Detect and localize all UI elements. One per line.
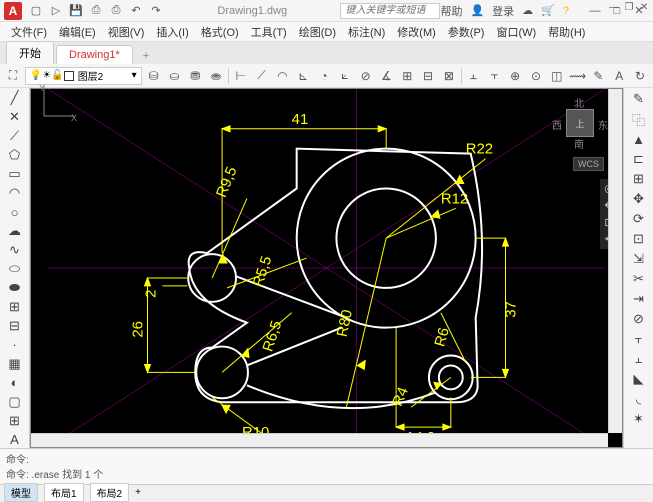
cart-icon[interactable]: 🛒: [541, 4, 555, 17]
saveas-icon[interactable]: ⎙: [88, 3, 104, 19]
print-icon[interactable]: ⎙: [108, 3, 124, 19]
login-link[interactable]: 登录: [492, 3, 514, 19]
extend-tool[interactable]: ⇥: [627, 290, 651, 308]
menu-file[interactable]: 文件(F): [6, 22, 52, 42]
drawing-canvas[interactable]: 41 R22 R12 R9,5 2 R5,5: [30, 88, 623, 448]
svg-text:X: X: [71, 113, 77, 123]
undo-icon[interactable]: ↶: [128, 3, 144, 19]
dim-update-icon[interactable]: ↻: [631, 66, 649, 86]
make-block-tool[interactable]: ⊟: [3, 317, 27, 334]
explode-tool[interactable]: ✶: [627, 410, 651, 428]
point-tool[interactable]: ·: [3, 336, 27, 353]
help-icon[interactable]: ?: [563, 5, 569, 17]
command-history-2: 命令: .erase 找到 1 个: [6, 466, 647, 481]
tab-drawing1[interactable]: Drawing1*: [56, 45, 133, 64]
app-logo[interactable]: A: [4, 2, 22, 20]
menu-bar: 文件(F) 编辑(E) 视图(V) 插入(I) 格式(O) 工具(T) 绘图(D…: [0, 22, 653, 42]
menu-dimension[interactable]: 标注(N): [343, 22, 390, 42]
rotate-tool[interactable]: ⟳: [627, 210, 651, 228]
help-link[interactable]: 帮助: [440, 3, 462, 19]
tab-start[interactable]: 开始: [6, 41, 54, 64]
document-tabs: 开始 Drawing1* +: [0, 42, 653, 64]
svg-text:Y: Y: [39, 83, 45, 93]
polyline-tool[interactable]: ⟋: [3, 128, 27, 145]
document-title: Drawing1.dwg: [164, 5, 340, 17]
menu-tools[interactable]: 工具(T): [246, 22, 292, 42]
xline-tool[interactable]: ✕: [3, 109, 27, 126]
array-tool[interactable]: ⊞: [627, 170, 651, 188]
save-icon[interactable]: 💾: [68, 3, 84, 19]
status-bar: 模型 布局1 布局2 +: [0, 484, 653, 500]
break-point-tool[interactable]: ⊘: [627, 310, 651, 328]
draw-toolbar: ╱ ✕ ⟋ ⬠ ▭ ◠ ○ ☁ ∿ ⬭ ⬬ ⊞ ⊟ · ▦ ◐ ▢ ⊞ A: [0, 88, 30, 448]
layout-add[interactable]: +: [135, 487, 141, 498]
mtext-tool[interactable]: A: [3, 431, 27, 448]
doc-close[interactable]: ✕: [637, 0, 651, 14]
menu-help[interactable]: 帮助(H): [543, 22, 590, 42]
minimize-button[interactable]: —: [585, 3, 605, 19]
main-workspace: ╱ ✕ ⟋ ⬠ ▭ ◠ ○ ☁ ∿ ⬭ ⬬ ⊞ ⊟ · ▦ ◐ ▢ ⊞ A: [0, 88, 653, 448]
ucs-icon: X Y: [39, 81, 630, 439]
user-icon[interactable]: 👤: [470, 4, 484, 17]
redo-icon[interactable]: ↷: [148, 3, 164, 19]
title-bar: A ▢ ▷ 💾 ⎙ ⎙ ↶ ↷ Drawing1.dwg 帮助 👤 登录 ☁ 🛒…: [0, 0, 653, 22]
tab-layout1[interactable]: 布局1: [44, 483, 84, 502]
scale-tool[interactable]: ⊡: [627, 230, 651, 248]
doc-minimize[interactable]: —: [607, 0, 621, 14]
menu-view[interactable]: 视图(V): [103, 22, 150, 42]
mirror-tool[interactable]: ▲: [627, 130, 651, 148]
menu-edit[interactable]: 编辑(E): [54, 22, 101, 42]
gradient-tool[interactable]: ◐: [3, 374, 27, 391]
menu-modify[interactable]: 修改(M): [392, 22, 441, 42]
menu-parametric[interactable]: 参数(P): [443, 22, 490, 42]
polygon-tool[interactable]: ⬠: [3, 147, 27, 164]
open-icon[interactable]: ▷: [48, 3, 64, 19]
erase-tool[interactable]: ✎: [627, 90, 651, 108]
line-tool[interactable]: ╱: [3, 90, 27, 107]
layer-props-icon[interactable]: ⛶: [4, 66, 22, 86]
tab-add[interactable]: +: [135, 48, 157, 64]
tab-layout2[interactable]: 布局2: [90, 483, 130, 502]
revcloud-tool[interactable]: ☁: [3, 223, 27, 240]
doc-restore[interactable]: ❐: [622, 0, 636, 14]
new-icon[interactable]: ▢: [28, 3, 44, 19]
fillet-tool[interactable]: ◟: [627, 390, 651, 408]
ellipse-arc-tool[interactable]: ⬬: [3, 280, 27, 297]
command-history-1: 命令:: [6, 451, 647, 466]
ellipse-tool[interactable]: ⬭: [3, 261, 27, 278]
offset-tool[interactable]: ⊏: [627, 150, 651, 168]
vertical-scrollbar[interactable]: [608, 89, 622, 433]
insert-block-tool[interactable]: ⊞: [3, 298, 27, 315]
move-tool[interactable]: ✥: [627, 190, 651, 208]
stretch-tool[interactable]: ⇲: [627, 250, 651, 268]
spline-tool[interactable]: ∿: [3, 242, 27, 259]
quick-access-toolbar: ▢ ▷ 💾 ⎙ ⎙ ↶ ↷: [28, 3, 164, 19]
tab-model[interactable]: 模型: [4, 483, 38, 502]
copy-tool[interactable]: ⿻: [627, 110, 651, 128]
exchange-icon[interactable]: ☁: [522, 4, 533, 17]
join-tool[interactable]: ⫠: [627, 350, 651, 368]
hatch-tool[interactable]: ▦: [3, 355, 27, 372]
region-tool[interactable]: ▢: [3, 393, 27, 410]
rectangle-tool[interactable]: ▭: [3, 166, 27, 183]
table-tool[interactable]: ⊞: [3, 412, 27, 429]
break-tool[interactable]: ⫟: [627, 330, 651, 348]
command-window[interactable]: 命令: 命令: .erase 找到 1 个 ▸ - 键入命令: [0, 448, 653, 484]
trim-tool[interactable]: ✂: [627, 270, 651, 288]
menu-format[interactable]: 格式(O): [196, 22, 244, 42]
horizontal-scrollbar[interactable]: [31, 433, 608, 447]
menu-draw[interactable]: 绘图(D): [294, 22, 341, 42]
circle-tool[interactable]: ○: [3, 204, 27, 221]
menu-insert[interactable]: 插入(I): [151, 22, 193, 42]
menu-window[interactable]: 窗口(W): [491, 22, 541, 42]
arc-tool[interactable]: ◠: [3, 185, 27, 202]
search-input[interactable]: [340, 3, 440, 19]
chamfer-tool[interactable]: ◣: [627, 370, 651, 388]
